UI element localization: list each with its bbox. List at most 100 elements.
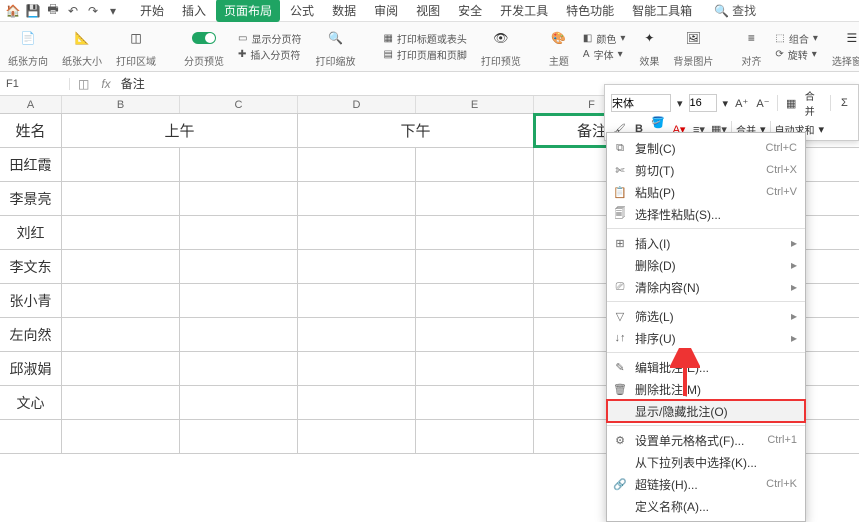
- table-header-cell[interactable]: 姓名: [0, 114, 62, 147]
- print-preview-button[interactable]: 👁打印预览: [481, 25, 521, 68]
- print-area-button[interactable]: ◫打印区域: [116, 25, 156, 68]
- table-cell[interactable]: [62, 182, 180, 215]
- font-size-select[interactable]: [689, 94, 717, 112]
- search-button[interactable]: 🔍查找: [714, 2, 756, 19]
- table-cell[interactable]: [62, 386, 180, 419]
- table-cell[interactable]: [62, 284, 180, 317]
- font-select[interactable]: [611, 94, 671, 112]
- context-item[interactable]: 🗐选择性粘贴(S)...: [607, 203, 805, 225]
- context-item[interactable]: ▽筛选(L)▸: [607, 305, 805, 327]
- insert-page-break-option[interactable]: ✚ 插入分页符: [238, 47, 301, 62]
- effects-button[interactable]: ✦效果: [639, 25, 659, 68]
- selection-pane-button[interactable]: ☰选择窗格: [832, 25, 859, 68]
- tab-页面布局[interactable]: 页面布局: [216, 0, 280, 22]
- table-cell[interactable]: [298, 318, 416, 351]
- table-cell[interactable]: [416, 250, 534, 283]
- print-icon[interactable]: 🖶: [46, 4, 60, 18]
- home-icon[interactable]: 🏠: [6, 4, 20, 18]
- table-cell[interactable]: [180, 284, 298, 317]
- save-icon[interactable]: 💾: [26, 4, 40, 18]
- group-option[interactable]: ⬚ 组合▾: [775, 31, 817, 46]
- table-cell[interactable]: [62, 216, 180, 249]
- column-header[interactable]: B: [62, 96, 180, 113]
- table-cell[interactable]: [62, 250, 180, 283]
- context-item[interactable]: 显示/隐藏批注(O): [607, 400, 805, 422]
- context-item[interactable]: ✎编辑批注(E)...: [607, 356, 805, 378]
- table-cell[interactable]: [298, 352, 416, 385]
- decrease-font-icon[interactable]: A⁻: [755, 95, 770, 111]
- name-box[interactable]: F1: [0, 78, 70, 90]
- table-header-cell[interactable]: 上午: [62, 114, 298, 147]
- print-titles-option[interactable]: ▦ 打印标题或表头: [383, 31, 466, 46]
- tab-插入[interactable]: 插入: [174, 0, 214, 22]
- table-cell[interactable]: 左向然: [0, 318, 62, 351]
- sum-icon[interactable]: Σ: [837, 95, 852, 111]
- table-cell[interactable]: [62, 420, 180, 453]
- context-item[interactable]: ⎚清除内容(N)▸: [607, 276, 805, 298]
- tab-审阅[interactable]: 审阅: [366, 0, 406, 22]
- table-cell[interactable]: [416, 386, 534, 419]
- print-header-footer-option[interactable]: ▤ 打印页眉和页脚: [383, 47, 466, 62]
- rotate-option[interactable]: ⟳ 旋转▾: [775, 47, 817, 62]
- merge-icon[interactable]: ▦: [784, 95, 799, 111]
- table-cell[interactable]: [298, 250, 416, 283]
- table-cell[interactable]: 李景亮: [0, 182, 62, 215]
- align-button[interactable]: ≡对齐: [741, 25, 761, 68]
- table-cell[interactable]: 邱淑娟: [0, 352, 62, 385]
- colors-option[interactable]: ◧ 颜色▾: [583, 31, 625, 46]
- context-item[interactable]: ⊞插入(I)▸: [607, 232, 805, 254]
- context-item[interactable]: 删除(D)▸: [607, 254, 805, 276]
- tab-开始[interactable]: 开始: [132, 0, 172, 22]
- table-cell[interactable]: [416, 216, 534, 249]
- column-header[interactable]: C: [180, 96, 298, 113]
- tab-数据[interactable]: 数据: [324, 0, 364, 22]
- context-item[interactable]: 从下拉列表中选择(K)...: [607, 451, 805, 473]
- context-item[interactable]: ✄剪切(T)Ctrl+X: [607, 159, 805, 181]
- tab-特色功能[interactable]: 特色功能: [558, 0, 622, 22]
- table-cell[interactable]: [180, 148, 298, 181]
- table-cell[interactable]: 张小青: [0, 284, 62, 317]
- context-item[interactable]: 🔗超链接(H)...Ctrl+K: [607, 473, 805, 495]
- table-cell[interactable]: [298, 284, 416, 317]
- tab-开发工具[interactable]: 开发工具: [492, 0, 556, 22]
- tab-智能工具箱[interactable]: 智能工具箱: [624, 0, 700, 22]
- table-cell[interactable]: [416, 352, 534, 385]
- tab-安全[interactable]: 安全: [450, 0, 490, 22]
- table-cell[interactable]: [298, 148, 416, 181]
- column-header[interactable]: A: [0, 96, 62, 113]
- context-item[interactable]: 定义名称(A)...: [607, 495, 805, 517]
- table-cell[interactable]: 文心: [0, 386, 62, 419]
- context-item[interactable]: 🗑删除批注(M): [607, 378, 805, 400]
- table-cell[interactable]: [416, 182, 534, 215]
- table-cell[interactable]: [62, 352, 180, 385]
- page-break-preview-button[interactable]: 分页预览: [184, 25, 224, 68]
- table-cell[interactable]: [298, 420, 416, 453]
- redo-icon[interactable]: ↷: [86, 4, 100, 18]
- table-cell[interactable]: [180, 182, 298, 215]
- table-header-cell[interactable]: 下午: [298, 114, 534, 147]
- table-cell[interactable]: [298, 182, 416, 215]
- context-item[interactable]: 📋粘贴(P)Ctrl+V: [607, 181, 805, 203]
- theme-button[interactable]: 🎨主题: [549, 25, 569, 68]
- dropdown-icon[interactable]: ▾: [106, 4, 120, 18]
- table-cell[interactable]: 李文东: [0, 250, 62, 283]
- table-cell[interactable]: [298, 386, 416, 419]
- tab-公式[interactable]: 公式: [282, 0, 322, 22]
- table-cell[interactable]: [180, 318, 298, 351]
- increase-font-icon[interactable]: A⁺: [734, 95, 749, 111]
- context-item[interactable]: ⚙设置单元格格式(F)...Ctrl+1: [607, 429, 805, 451]
- show-page-breaks-option[interactable]: ▭ 显示分页符: [238, 31, 301, 46]
- table-cell[interactable]: [180, 216, 298, 249]
- table-cell[interactable]: 田红霞: [0, 148, 62, 181]
- table-cell[interactable]: [180, 420, 298, 453]
- context-item[interactable]: ↓↑排序(U)▸: [607, 327, 805, 349]
- context-item[interactable]: ⧉复制(C)Ctrl+C: [607, 137, 805, 159]
- tab-视图[interactable]: 视图: [408, 0, 448, 22]
- table-cell[interactable]: [416, 318, 534, 351]
- table-cell[interactable]: [298, 216, 416, 249]
- page-orientation-button[interactable]: 📄纸张方向: [8, 25, 48, 68]
- undo-icon[interactable]: ↶: [66, 4, 80, 18]
- table-cell[interactable]: [62, 318, 180, 351]
- formula-dropdown-icon[interactable]: ◫: [78, 77, 89, 91]
- table-cell[interactable]: [0, 420, 62, 453]
